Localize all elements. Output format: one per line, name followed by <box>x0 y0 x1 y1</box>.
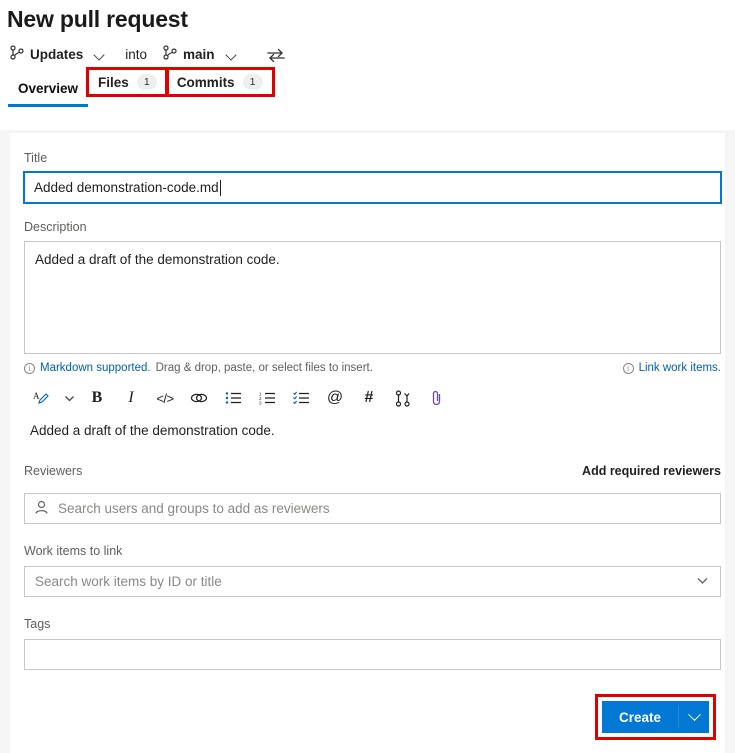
info-icon: i <box>622 362 634 374</box>
markdown-supported-link[interactable]: Markdown supported. <box>40 362 151 374</box>
description-preview: Added a draft of the demonstration code. <box>30 423 275 438</box>
chevron-down-icon <box>695 573 710 591</box>
create-button[interactable]: Create <box>602 701 678 733</box>
description-label: Description <box>24 220 87 234</box>
attach-icon[interactable] <box>420 384 454 412</box>
source-branch-label: Updates <box>30 47 84 62</box>
target-branch-label: main <box>183 47 215 62</box>
task-list-icon[interactable] <box>284 384 318 412</box>
page-title: New pull request <box>7 6 188 32</box>
italic-icon[interactable]: I <box>114 384 148 412</box>
pull-request-form: Title Added demonstration-code.md Descri… <box>10 133 725 753</box>
title-label: Title <box>24 151 48 165</box>
pull-request-icon[interactable] <box>386 384 420 412</box>
branch-selector-row: Updates into main <box>0 33 735 65</box>
tags-section: Tags <box>24 617 721 670</box>
chevron-down-icon <box>225 48 239 62</box>
chevron-down-icon[interactable] <box>58 384 80 412</box>
tab-commits-badge: 1 <box>242 74 263 90</box>
tab-overview-label: Overview <box>18 80 79 96</box>
work-items-input[interactable]: Search work items by ID or title <box>24 566 721 597</box>
create-button-group: Create <box>601 701 709 733</box>
reviewers-section: Reviewers Add required reviewers Search … <box>24 464 721 524</box>
page-header: New pull request Updates into main Overv… <box>0 0 735 130</box>
branch-icon <box>163 44 177 65</box>
target-branch-selector[interactable]: main <box>161 43 241 67</box>
create-dropdown-button[interactable] <box>679 701 709 733</box>
svg-text:A: A <box>33 391 40 401</box>
title-input[interactable]: Added demonstration-code.md <box>23 171 722 204</box>
create-button-highlight: Create <box>594 694 717 740</box>
swap-branches-icon[interactable] <box>266 48 285 62</box>
info-icon: i <box>24 362 35 374</box>
into-label: into <box>125 47 148 62</box>
text-caret <box>219 179 221 196</box>
person-icon <box>34 500 49 518</box>
svg-text:3: 3 <box>259 401 262 406</box>
source-branch-selector[interactable]: Updates <box>8 43 109 67</box>
markdown-toolbar: A B I </> 1 2 3 @ # <box>24 383 711 413</box>
editor-helper-row: i Markdown supported. Drag & drop, paste… <box>24 362 721 374</box>
title-input-value: Added demonstration-code.md <box>34 180 219 195</box>
reviewers-input[interactable]: Search users and groups to add as review… <box>24 493 721 524</box>
tab-overview[interactable]: Overview <box>8 69 89 107</box>
tags-input[interactable] <box>24 639 721 670</box>
add-required-reviewers-link[interactable]: Add required reviewers <box>582 464 721 478</box>
chevron-down-icon <box>93 48 107 62</box>
link-icon[interactable] <box>182 384 216 412</box>
branch-icon <box>10 44 24 65</box>
tab-files[interactable]: Files 1 <box>86 67 169 97</box>
mention-icon[interactable]: @ <box>318 384 352 412</box>
markdown-hint-text: Drag & drop, paste, or select files to i… <box>155 362 373 374</box>
reviewers-placeholder: Search users and groups to add as review… <box>58 501 330 516</box>
link-work-items-group: i Link work items. <box>622 362 721 374</box>
tags-label: Tags <box>24 617 51 631</box>
work-items-placeholder: Search work items by ID or title <box>35 574 222 589</box>
work-item-icon[interactable]: # <box>352 384 386 412</box>
bold-icon[interactable]: B <box>80 384 114 412</box>
link-work-items-link[interactable]: Link work items. <box>639 362 721 374</box>
reviewers-label: Reviewers <box>24 464 83 478</box>
markdown-hint-group: i Markdown supported. Drag & drop, paste… <box>24 362 373 374</box>
description-value: Added a draft of the demonstration code. <box>35 252 280 267</box>
numbered-list-icon[interactable]: 1 2 3 <box>250 384 284 412</box>
tab-commits[interactable]: Commits 1 <box>164 67 275 97</box>
bulleted-list-icon[interactable] <box>216 384 250 412</box>
tab-bar: Overview Files 1 Commits 1 <box>0 65 735 107</box>
work-items-label: Work items to link <box>24 544 123 558</box>
tab-files-label: Files <box>98 74 129 90</box>
work-items-section: Work items to link Search work items by … <box>24 544 721 597</box>
font-color-icon[interactable]: A <box>24 384 58 412</box>
tab-commits-label: Commits <box>176 74 235 90</box>
code-icon[interactable]: </> <box>148 384 182 412</box>
tab-files-badge: 1 <box>136 74 157 90</box>
description-textarea[interactable]: Added a draft of the demonstration code. <box>24 241 721 354</box>
